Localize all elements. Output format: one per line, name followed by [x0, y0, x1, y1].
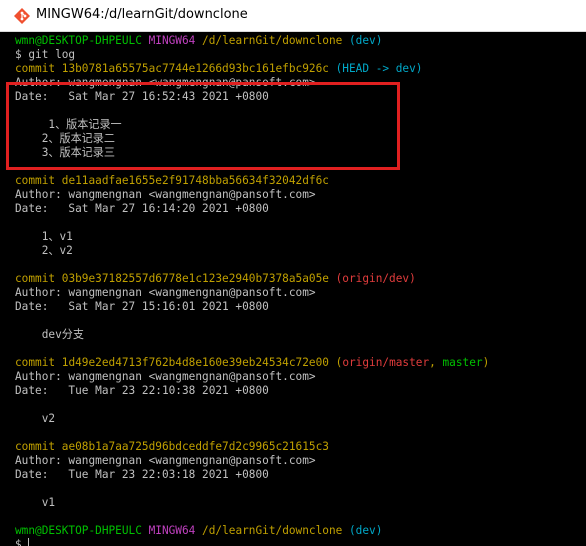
terminal-output[interactable]: wmn@DESKTOP-DHPEULC MINGW64 /d/learnGit/…: [15, 34, 575, 546]
commit-author: Author: wangmengnan <wangmengnan@pansoft…: [15, 76, 316, 89]
terminal-window: MINGW64:/d/learnGit/downclone wmn@DESKTO…: [0, 0, 586, 546]
input-prompt: $: [15, 538, 29, 546]
commit-word: commit: [15, 272, 56, 285]
commit-message-line: v2: [15, 412, 56, 425]
commit-hash: ae08b1a7aa725d96bdceddfe7d2c9965c21615c3: [61, 440, 329, 453]
refs-sep: ,: [429, 356, 443, 369]
commit-refs: (origin/dev): [335, 272, 416, 285]
commit-message-line: 3、版本记录三: [15, 146, 115, 159]
commit-message-line: v1: [15, 496, 56, 509]
commit-message-line: dev分支: [15, 328, 84, 341]
prompt-path: /d/learnGit/downclone: [202, 524, 343, 537]
commit-word: commit: [15, 174, 56, 187]
prompt-shell: MINGW64: [148, 34, 196, 47]
commit-line: commit 1d49e2ed4713f762b4d8e160e39eb2453…: [15, 356, 575, 370]
commit-hash: 1d49e2ed4713f762b4d8e160e39eb24534c72e00: [61, 356, 329, 369]
prompt-branch: (dev): [349, 524, 383, 537]
commit-hash: 13b0781a65575ac7744e1266d93bc161efbc926c: [61, 62, 329, 75]
refs-local: master: [442, 356, 483, 369]
prompt-line: wmn@DESKTOP-DHPEULC MINGW64 /d/learnGit/…: [15, 34, 575, 48]
prompt-user: wmn@DESKTOP-DHPEULC: [15, 524, 142, 537]
commit-line: commit de11aadfae1655e2f91748bba56634f32…: [15, 174, 575, 188]
commit-message-line: 2、v2: [15, 244, 73, 257]
commit-date: Date: Tue Mar 23 22:10:38 2021 +0800: [15, 384, 269, 397]
commit-date: Date: Sat Mar 27 15:16:01 2021 +0800: [15, 300, 269, 313]
text-cursor: [28, 538, 30, 546]
commit-author: Author: wangmengnan <wangmengnan@pansoft…: [15, 370, 316, 383]
commit-author: Author: wangmengnan <wangmengnan@pansoft…: [15, 188, 316, 201]
title-bar[interactable]: MINGW64:/d/learnGit/downclone: [0, 0, 586, 32]
refs-close: ): [482, 356, 490, 369]
input-line[interactable]: $: [15, 538, 575, 546]
commit-word: commit: [15, 356, 56, 369]
prompt-shell: MINGW64: [148, 524, 196, 537]
prompt-branch: (dev): [349, 34, 383, 47]
commit-word: commit: [15, 440, 56, 453]
prompt-user: wmn@DESKTOP-DHPEULC: [15, 34, 142, 47]
commit-message-line: 1、v1: [15, 230, 73, 243]
scrollbar[interactable]: [578, 32, 586, 546]
commit-date: Date: Tue Mar 23 22:03:18 2021 +0800: [15, 468, 269, 481]
commit-author: Author: wangmengnan <wangmengnan@pansoft…: [15, 286, 316, 299]
refs-remote: origin/master: [342, 356, 430, 369]
commit-message-line: 2、版本记录二: [15, 132, 115, 145]
command-line: $ git log: [15, 48, 76, 61]
commit-line: commit ae08b1a7aa725d96bdceddfe7d2c9965c…: [15, 440, 575, 454]
commit-message-line: 1、版本记录一: [15, 118, 122, 131]
commit-date: Date: Sat Mar 27 16:14:20 2021 +0800: [15, 202, 269, 215]
commit-hash: 03b9e37182557d6778e1c123e2940b7378a5a05e: [61, 272, 329, 285]
commit-line: commit 03b9e37182557d6778e1c123e2940b737…: [15, 272, 575, 286]
prompt-path: /d/learnGit/downclone: [202, 34, 343, 47]
commit-word: commit: [15, 62, 56, 75]
commit-line: commit 13b0781a65575ac7744e1266d93bc161e…: [15, 62, 575, 76]
commit-hash: de11aadfae1655e2f91748bba56634f32042df6c: [61, 174, 329, 187]
window-title: MINGW64:/d/learnGit/downclone: [36, 7, 248, 22]
commit-refs: (HEAD -> dev): [335, 62, 423, 75]
commit-date: Date: Sat Mar 27 16:52:43 2021 +0800: [15, 90, 269, 103]
prompt-line: wmn@DESKTOP-DHPEULC MINGW64 /d/learnGit/…: [15, 524, 575, 538]
commit-author: Author: wangmengnan <wangmengnan@pansoft…: [15, 454, 316, 467]
git-bash-icon: [14, 8, 30, 24]
